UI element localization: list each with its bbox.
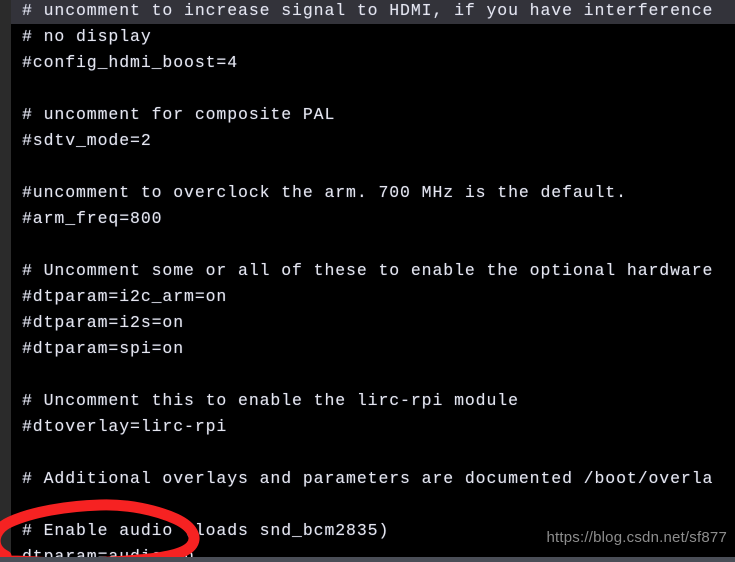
code-line: # Enable audio (loads snd_bcm2835) bbox=[22, 521, 390, 540]
code-line: # Uncomment this to enable the lirc-rpi … bbox=[22, 391, 519, 410]
code-line: #uncomment to overclock the arm. 700 MHz… bbox=[22, 183, 627, 202]
code-line: #sdtv_mode=2 bbox=[22, 131, 152, 150]
watermark-url: https://blog.csdn.net/sf877 bbox=[546, 529, 727, 546]
code-line: #dtoverlay=lirc-rpi bbox=[22, 417, 228, 436]
code-line: #dtparam=i2s=on bbox=[22, 313, 185, 332]
terminal-screenshot: # uncomment to increase signal to HDMI, … bbox=[0, 0, 735, 562]
code-line: #dtparam=i2c_arm=on bbox=[22, 287, 228, 306]
code-line: # uncomment to increase signal to HDMI, … bbox=[22, 1, 714, 20]
code-line: # Additional overlays and parameters are… bbox=[22, 469, 714, 488]
code-line: # Uncomment some or all of these to enab… bbox=[22, 261, 714, 280]
code-line: #config_hdmi_boost=4 bbox=[22, 53, 239, 72]
code-text-area[interactable]: # uncomment to increase signal to HDMI, … bbox=[11, 0, 735, 562]
code-line: # no display bbox=[22, 27, 152, 46]
code-line: # uncomment for composite PAL bbox=[22, 105, 336, 124]
bottom-edge-strip bbox=[0, 557, 735, 562]
editor-gutter bbox=[0, 0, 11, 562]
code-line: #dtparam=spi=on bbox=[22, 339, 185, 358]
code-line: #arm_freq=800 bbox=[22, 209, 163, 228]
